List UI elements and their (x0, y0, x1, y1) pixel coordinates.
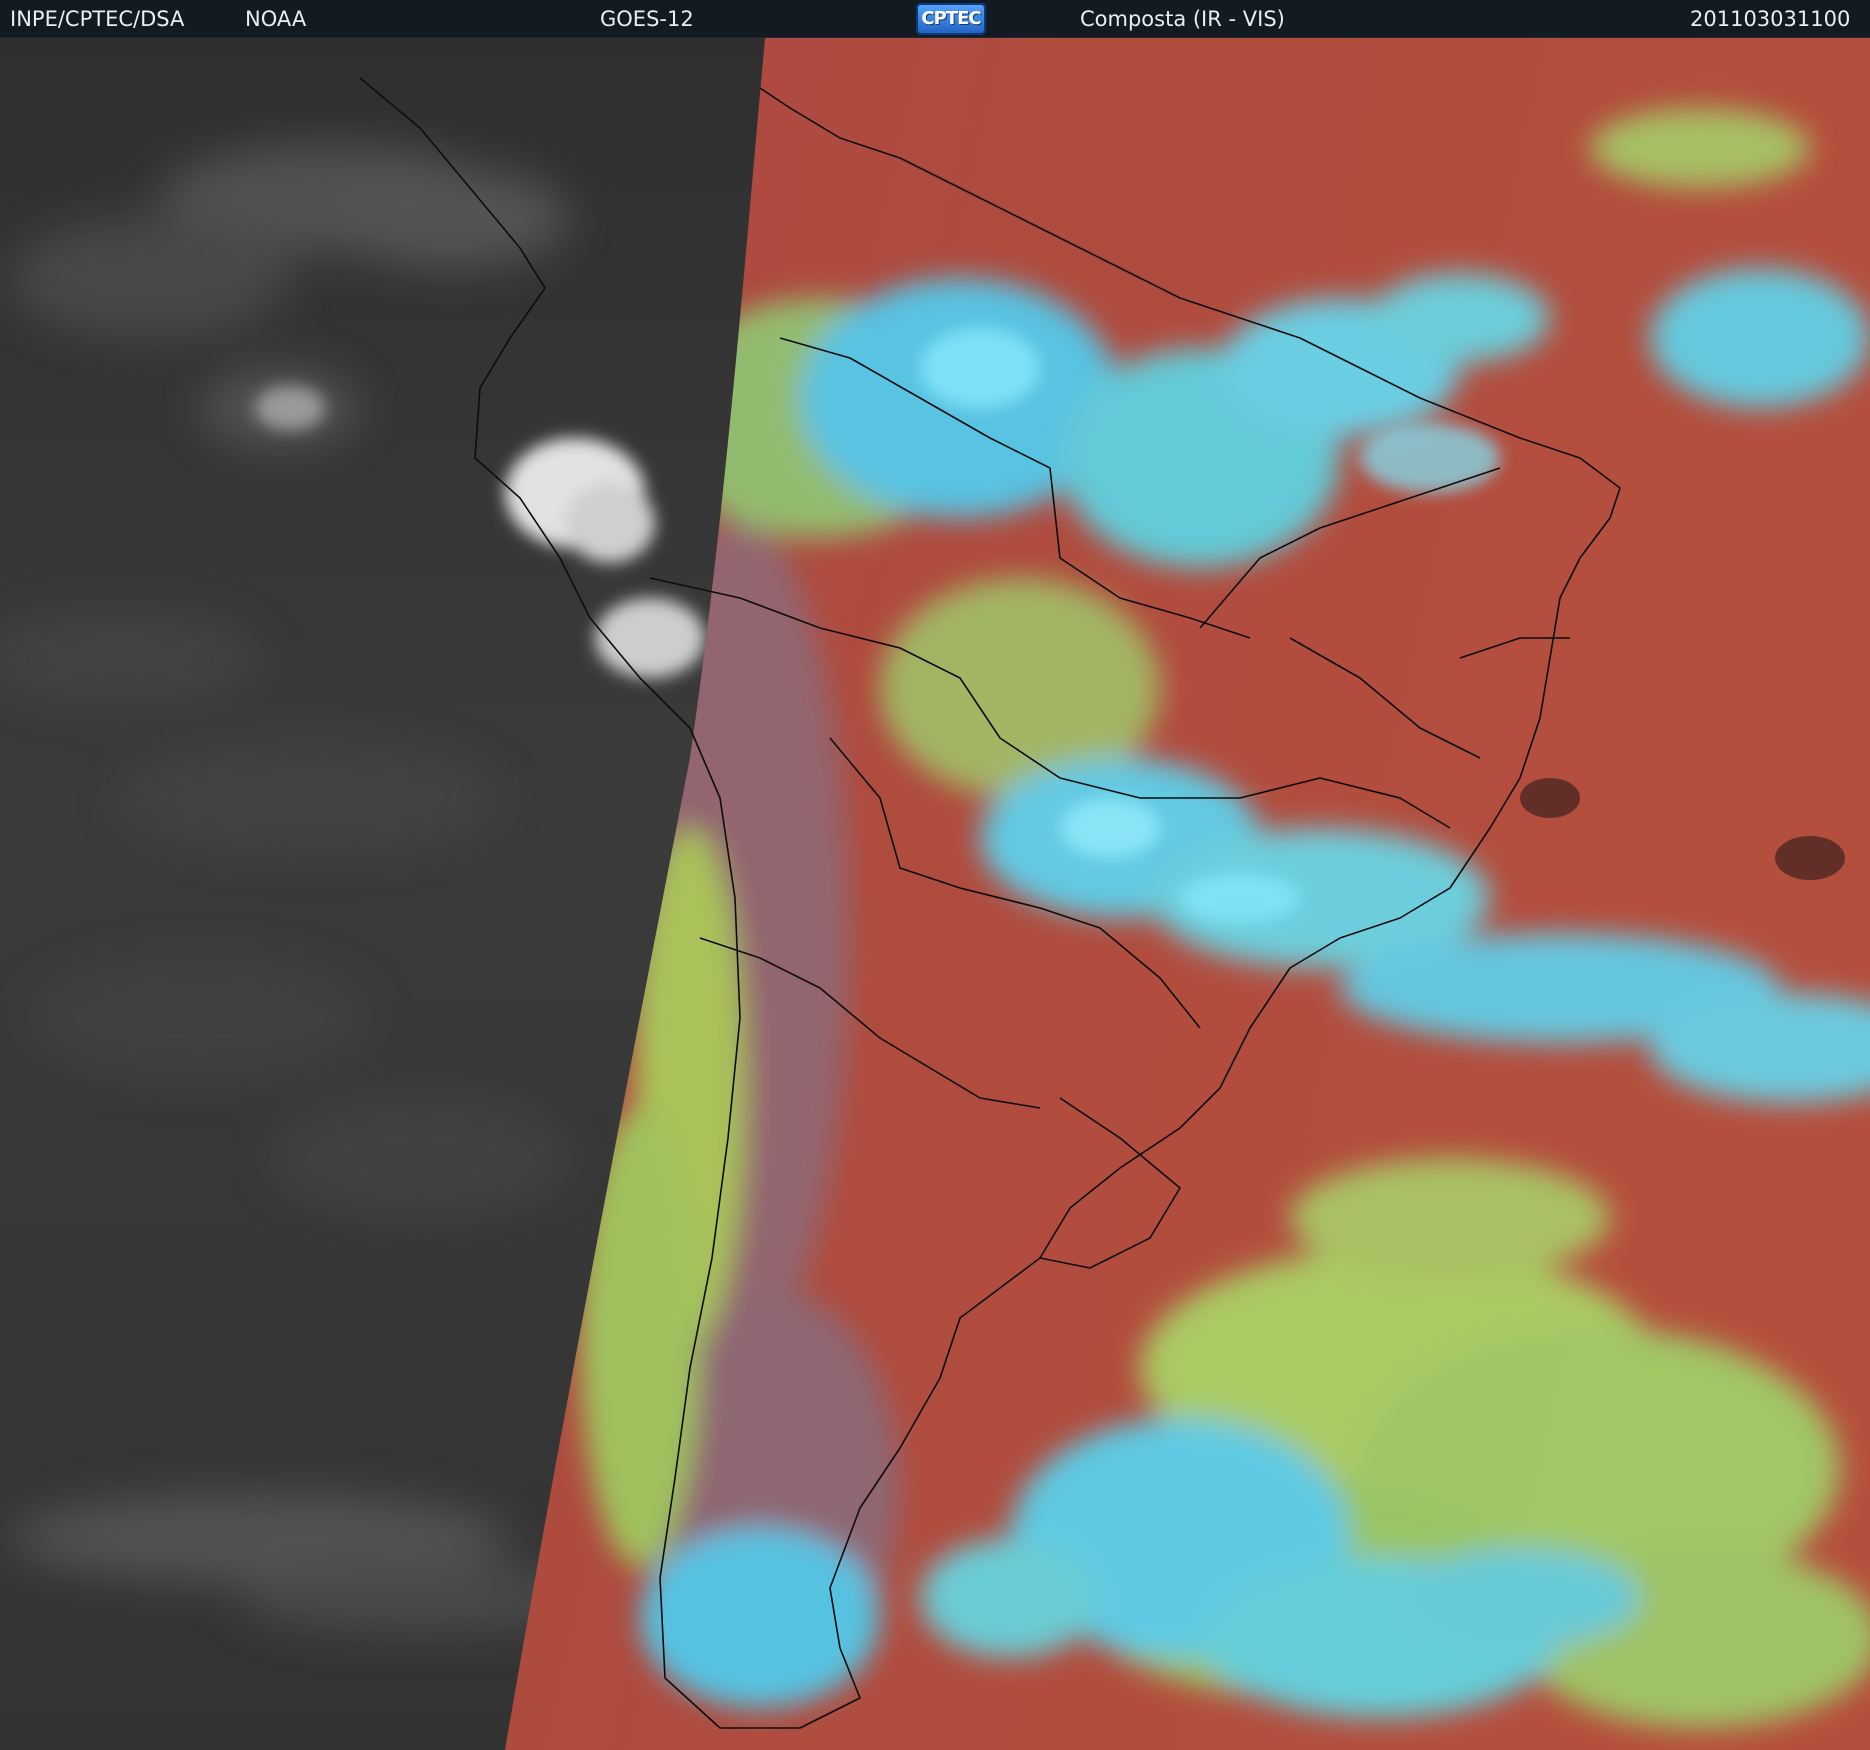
satellite-label: GOES-12 (600, 7, 694, 31)
product-label: Composta (IR - VIS) (1080, 7, 1285, 31)
title-bar: INPE/CPTEC/DSA NOAA GOES-12 CPTEC Compos… (0, 0, 1870, 38)
agency-label: NOAA (245, 7, 307, 31)
org-label: INPE/CPTEC/DSA (10, 7, 185, 31)
cptec-logo-text: CPTEC (921, 8, 981, 29)
cptec-logo: CPTEC (916, 3, 986, 35)
satellite-composite-image (0, 38, 1870, 1750)
timestamp-label: 201103031100 (1690, 7, 1851, 31)
